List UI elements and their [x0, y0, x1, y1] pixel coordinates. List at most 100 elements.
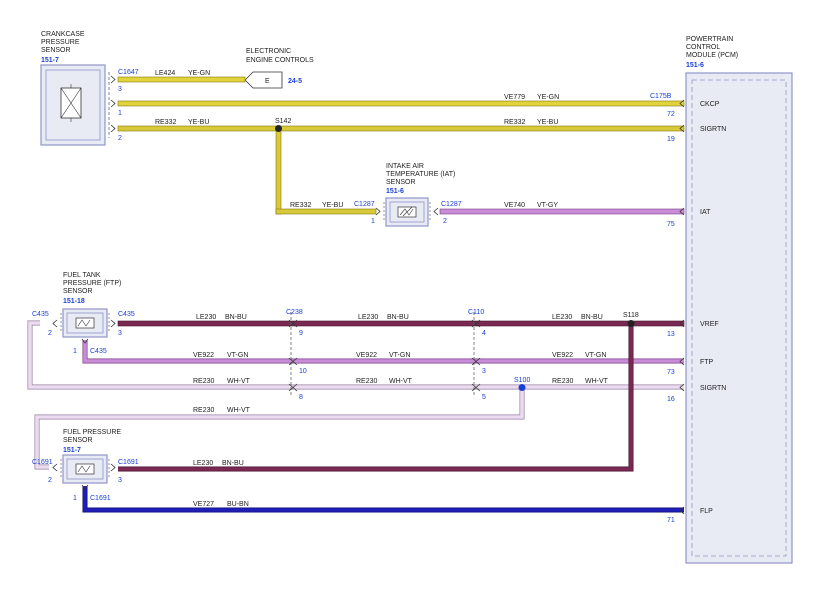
ckp-title-1: CRANKCASE [41, 31, 85, 38]
connector-c1287-right[interactable]: C1287 [441, 201, 462, 208]
wire-le424-circuit: LE424 [155, 70, 175, 77]
fps-title-2: SENSOR [63, 437, 93, 444]
fps-sensor-box [52, 454, 116, 490]
wire-le230-a-circuit: LE230 [196, 314, 216, 321]
ftp-sensor-box [52, 308, 116, 344]
ftp-title-3: SENSOR [63, 288, 93, 295]
connector-c1647[interactable]: C1647 [118, 69, 139, 76]
wire-re230-a-circuit: RE230 [193, 378, 215, 385]
pcm-pin-72: 72 [667, 111, 675, 118]
pcm-pin-19: 19 [667, 136, 675, 143]
pcm-pin-71: 71 [667, 517, 675, 524]
connector-c1287-left[interactable]: C1287 [354, 201, 375, 208]
wire-group-bu-bn [82, 486, 684, 513]
ckp-pin-2: 2 [118, 135, 122, 142]
c110-pin-5: 5 [482, 394, 486, 401]
pcm-connector-arrows-bottom [679, 319, 685, 515]
wire-le230-c-color: BN-BU [581, 314, 603, 321]
pcm-pin-16: 16 [667, 396, 675, 403]
wire-re230-b-circuit: RE230 [356, 378, 378, 385]
eec-ref[interactable]: 24-5 [288, 78, 302, 85]
splice-s118-dot [627, 320, 635, 327]
ckp-ref[interactable]: 151-7 [41, 57, 59, 64]
c238-pin-10: 10 [299, 368, 307, 375]
wire-re332-b-color: YE-BU [537, 119, 558, 126]
wire-le230-b-color: BN-BU [387, 314, 409, 321]
ftp-title-2: PRESSURE (FTP) [63, 280, 121, 287]
c238-pin-9: 9 [299, 330, 303, 337]
ckp-title-3: SENSOR [41, 47, 71, 54]
ckp-title-2: PRESSURE [41, 39, 80, 46]
wire-ve922-c-circuit: VE922 [552, 352, 573, 359]
wire-re230-d-circuit: RE230 [193, 407, 215, 414]
pcm-module [685, 72, 793, 564]
eec-box-letter: E [265, 78, 270, 85]
wire-re230-c-color: WH-VT [585, 378, 609, 385]
splice-s142-dot [275, 125, 282, 132]
iat-title-1: INTAKE AIR [386, 163, 424, 170]
ckp-sensor-box [40, 64, 110, 146]
splice-s100-dot [518, 384, 526, 391]
wire-ve779-color: YE-GN [537, 94, 559, 101]
wire-re230-c-circuit: RE230 [552, 378, 574, 385]
wire-le230-d-circuit: LE230 [193, 460, 213, 467]
ckp-pin-1: 1 [118, 110, 122, 117]
pcm-signal-iat: IAT [700, 209, 711, 216]
pcm-ref[interactable]: 151-6 [686, 62, 704, 69]
eec-reference-arrow[interactable]: E [244, 71, 283, 89]
wire-ve922-a-circuit: VE922 [193, 352, 214, 359]
pcm-connector-arrows-top [679, 99, 685, 216]
pcm-signal-sigrtn-bottom: SIGRTN [700, 385, 726, 392]
connector-c1691-bottom[interactable]: C1691 [90, 495, 111, 502]
fps-ref[interactable]: 151-7 [63, 447, 81, 454]
splice-s118: S118 [623, 312, 639, 319]
connector-c238[interactable]: C238 [286, 309, 303, 316]
wire-le230-b-circuit: LE230 [358, 314, 378, 321]
wire-group-bn-bu [117, 320, 685, 472]
connector-c435-bottom[interactable]: C435 [90, 348, 107, 355]
wire-re230-b-color: WH-VT [389, 378, 413, 385]
wire-le424-color: YE-GN [188, 70, 210, 77]
connector-c175b[interactable]: C175B [650, 93, 672, 100]
eec-title-1: ELECTRONIC [246, 48, 291, 55]
wire-ve922-c-color: VT-GN [585, 352, 606, 359]
connector-c435-left[interactable]: C435 [32, 311, 49, 318]
wire-ve779-circuit: VE779 [504, 94, 525, 101]
ftp-pin-2: 2 [48, 330, 52, 337]
fps-pin-2: 2 [48, 477, 52, 484]
connector-c1691-left[interactable]: C1691 [32, 459, 53, 466]
wire-re332-a-color: YE-BU [188, 119, 209, 126]
pcm-title-1: POWERTRAIN [686, 36, 733, 43]
c238-pin-8: 8 [299, 394, 303, 401]
pcm-signal-ckcp: CKCP [700, 101, 720, 108]
ftp-title-1: FUEL TANK [63, 272, 101, 279]
wire-ve922-a-color: VT-GN [227, 352, 248, 359]
wire-re332-c-circuit: RE332 [290, 202, 312, 209]
pcm-signal-ftp: FTP [700, 359, 714, 366]
connector-c110[interactable]: C110 [468, 309, 484, 316]
iat-ref[interactable]: 151-6 [386, 188, 404, 195]
wire-group-wh-vt [27, 320, 684, 470]
wire-ve727-circuit: VE727 [193, 501, 214, 508]
ckp-connector-arrows [110, 75, 116, 133]
pcm-title-2: CONTROL [686, 44, 720, 51]
c110-pin-3: 3 [482, 368, 486, 375]
ftp-ref[interactable]: 151-18 [63, 298, 85, 305]
connector-c1691-right[interactable]: C1691 [118, 459, 139, 466]
splice-s142: S142 [275, 118, 291, 125]
c110-pin-4: 4 [482, 330, 486, 337]
wire-ve740-circuit: VE740 [504, 202, 525, 209]
ckp-pin-3: 3 [118, 86, 122, 93]
wire-re332-b-circuit: RE332 [504, 119, 526, 126]
wire-ve740-color: VT-GY [537, 202, 558, 209]
splice-s100: S100 [514, 377, 530, 384]
wire-re230-d-color: WH-VT [227, 407, 251, 414]
wire-re230-a-color: WH-VT [227, 378, 251, 385]
wire-le230-c-circuit: LE230 [552, 314, 572, 321]
iat-title-2: TEMPERATURE (IAT) [386, 171, 455, 178]
connector-c435-right[interactable]: C435 [118, 311, 135, 318]
pcm-signal-vref: VREF [700, 321, 719, 328]
wire-re332-c-color: YE-BU [322, 202, 343, 209]
iat-pin-2: 2 [443, 218, 447, 225]
wire-le230-d-color: BN-BU [222, 460, 244, 467]
